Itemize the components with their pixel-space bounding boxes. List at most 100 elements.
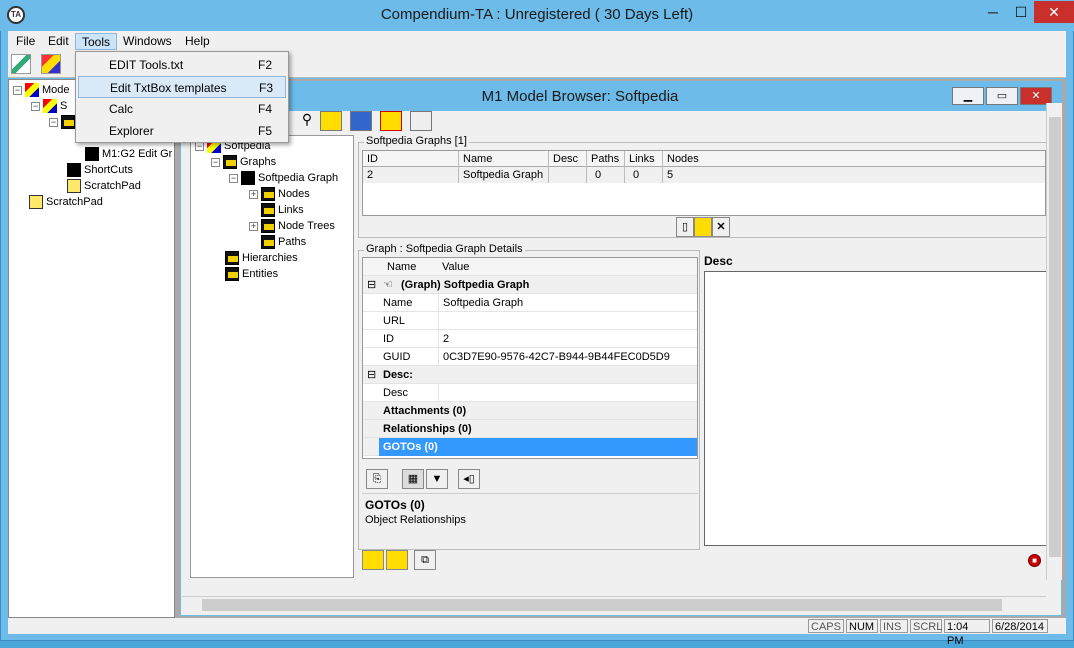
property-row[interactable]: Name Softpedia Graph [363,294,697,312]
desc-textbox[interactable] [704,271,1047,546]
copy-icon[interactable]: ⧉ [414,550,436,570]
category-label: Desc: [383,369,413,381]
chart-check-icon[interactable] [11,54,31,74]
property-row[interactable]: GUID 0C3D7E90-9576-42C7-B944-9B44FEC0D5D9 [363,348,697,366]
property-row[interactable]: URL [363,312,697,330]
collapse-icon[interactable]: ⊟ [367,366,376,384]
child-restore-button[interactable]: ▭ [986,87,1018,105]
scroll-thumb[interactable] [202,599,1002,611]
desc-category-row[interactable]: ⊟ Desc: [363,366,697,384]
gotos-row[interactable]: GOTOs (0) [363,438,697,456]
hand-folder-icon[interactable] [320,111,342,131]
goto-icon[interactable]: ◂▯ [458,469,480,489]
collapse-icon[interactable]: − [49,117,58,127]
expand-icon[interactable]: + [249,189,258,199]
collapse-icon[interactable]: − [211,157,220,167]
binoculars-icon[interactable]: ⚲ [296,111,318,131]
cell-links: 0 [625,167,663,183]
categorized-icon[interactable]: ▦ [402,469,424,489]
property-value[interactable]: 2 [438,330,697,347]
attachments-row[interactable]: Attachments (0) [363,402,697,420]
tree-item-node-trees[interactable]: + Node Trees [249,218,335,234]
child-minimize-button[interactable]: ▁ [952,87,984,105]
collapse-icon[interactable]: − [229,173,238,183]
new-doc-icon[interactable]: ▯ [676,217,694,237]
tree-item-scratchpad-inner[interactable]: ScratchPad [67,178,141,194]
expand-icon[interactable]: + [249,221,258,231]
tree-item-links[interactable]: Links [261,202,304,218]
model-icon[interactable] [41,54,61,74]
paperclip-icon[interactable]: ⎘ [366,469,388,489]
tree-item-label: S [60,100,68,112]
col-name[interactable]: Name [459,151,549,167]
menu-item-label: Explorer [109,124,154,138]
menu-item-calc[interactable]: Calc F4 [78,98,286,120]
tree-item-label: M1:G2 Edit Gr [102,148,173,160]
save-icon[interactable] [350,111,372,131]
collapse-icon[interactable]: ⊟ [367,276,376,294]
table-row[interactable]: 2 Softpedia Graph 0 0 5 [363,167,1045,183]
status-time: 1:04 PM [944,619,990,647]
col-nodes[interactable]: Nodes [663,151,1047,167]
child-vertical-scrollbar[interactable] [1046,103,1062,580]
tree-item-softpedia-graph[interactable]: − Softpedia Graph [229,170,338,186]
tree-item-graphs[interactable]: − Graphs [211,154,276,170]
edit-hand-icon[interactable] [694,217,712,237]
report-icon[interactable] [380,111,402,131]
gotos-label: GOTOs (0) [383,441,438,453]
tree-item-nodes[interactable]: + Nodes [249,186,310,202]
cell-desc [549,167,587,183]
menu-item-edit-txtbox-templates[interactable]: Edit TxtBox templates F3 [78,76,286,98]
graphs-group-label: Softpedia Graphs [1] [364,135,469,147]
relationships-row[interactable]: Relationships (0) [363,420,697,438]
status-num: NUM [846,619,878,633]
tree-item-model[interactable]: − Mode [13,82,70,98]
graph-category-row[interactable]: ⊟ ☜ (Graph) Softpedia Graph [363,276,697,294]
tree-item-s[interactable]: − S [31,98,67,114]
close-button[interactable]: ✕ [1034,1,1074,23]
hand-add-icon[interactable] [386,550,408,570]
tree-item-shortcuts[interactable]: ShortCuts [67,162,133,178]
col-links[interactable]: Links [625,151,663,167]
minimize-button[interactable]: ─ [978,1,1008,23]
tree-item-m1g2[interactable]: M1:G2 Edit Gr [85,146,172,162]
col-desc[interactable]: Desc [549,151,587,167]
menu-tools[interactable]: Tools [75,33,118,50]
property-name: URL [383,315,406,327]
tree-item-label: ScratchPad [84,180,141,192]
tree-item-scratchpad[interactable]: ScratchPad [29,194,103,210]
menu-windows[interactable]: Windows [117,33,178,50]
tree-item-hierarchies[interactable]: Hierarchies [225,250,298,266]
property-value[interactable]: Softpedia Graph [438,294,697,311]
menu-item-label: Edit TxtBox templates [110,81,227,95]
menu-item-label: EDIT Tools.txt [109,58,184,72]
delete-icon[interactable]: ✕ [712,217,730,237]
property-value[interactable] [438,312,697,329]
copy-icon[interactable] [410,111,432,131]
dropdown-arrow-icon[interactable]: ▼ [426,469,448,489]
tree-item-graph-folder[interactable]: − [49,114,78,130]
child-horizontal-scrollbar[interactable] [182,596,1046,612]
tree-item-label: Graphs [240,156,277,168]
collapse-icon[interactable]: − [31,101,40,111]
hand-edit-icon[interactable] [362,550,384,570]
scroll-thumb[interactable] [1049,117,1061,557]
property-row[interactable]: ID 2 [363,330,697,348]
menu-file[interactable]: File [10,33,41,50]
tree-item-label: Entities [242,268,279,280]
property-row[interactable]: Desc [363,384,697,402]
property-value[interactable] [438,384,697,401]
menu-edit[interactable]: Edit [42,33,75,50]
menu-help[interactable]: Help [179,33,216,50]
status-caps: CAPS [808,619,844,633]
collapse-icon[interactable]: − [13,85,22,95]
maximize-button[interactable]: ☐ [1008,1,1034,23]
stop-icon[interactable]: ■ [1028,554,1041,567]
menu-item-explorer[interactable]: Explorer F5 [78,120,286,142]
property-value[interactable]: 0C3D7E90-9576-42C7-B944-9B44FEC0D5D9 [438,348,697,365]
tree-item-paths[interactable]: Paths [261,234,306,250]
col-paths[interactable]: Paths [587,151,625,167]
col-id[interactable]: ID [363,151,459,167]
menu-item-edit-tools[interactable]: EDIT Tools.txt F2 [78,54,286,76]
tree-item-entities[interactable]: Entities [225,266,278,282]
